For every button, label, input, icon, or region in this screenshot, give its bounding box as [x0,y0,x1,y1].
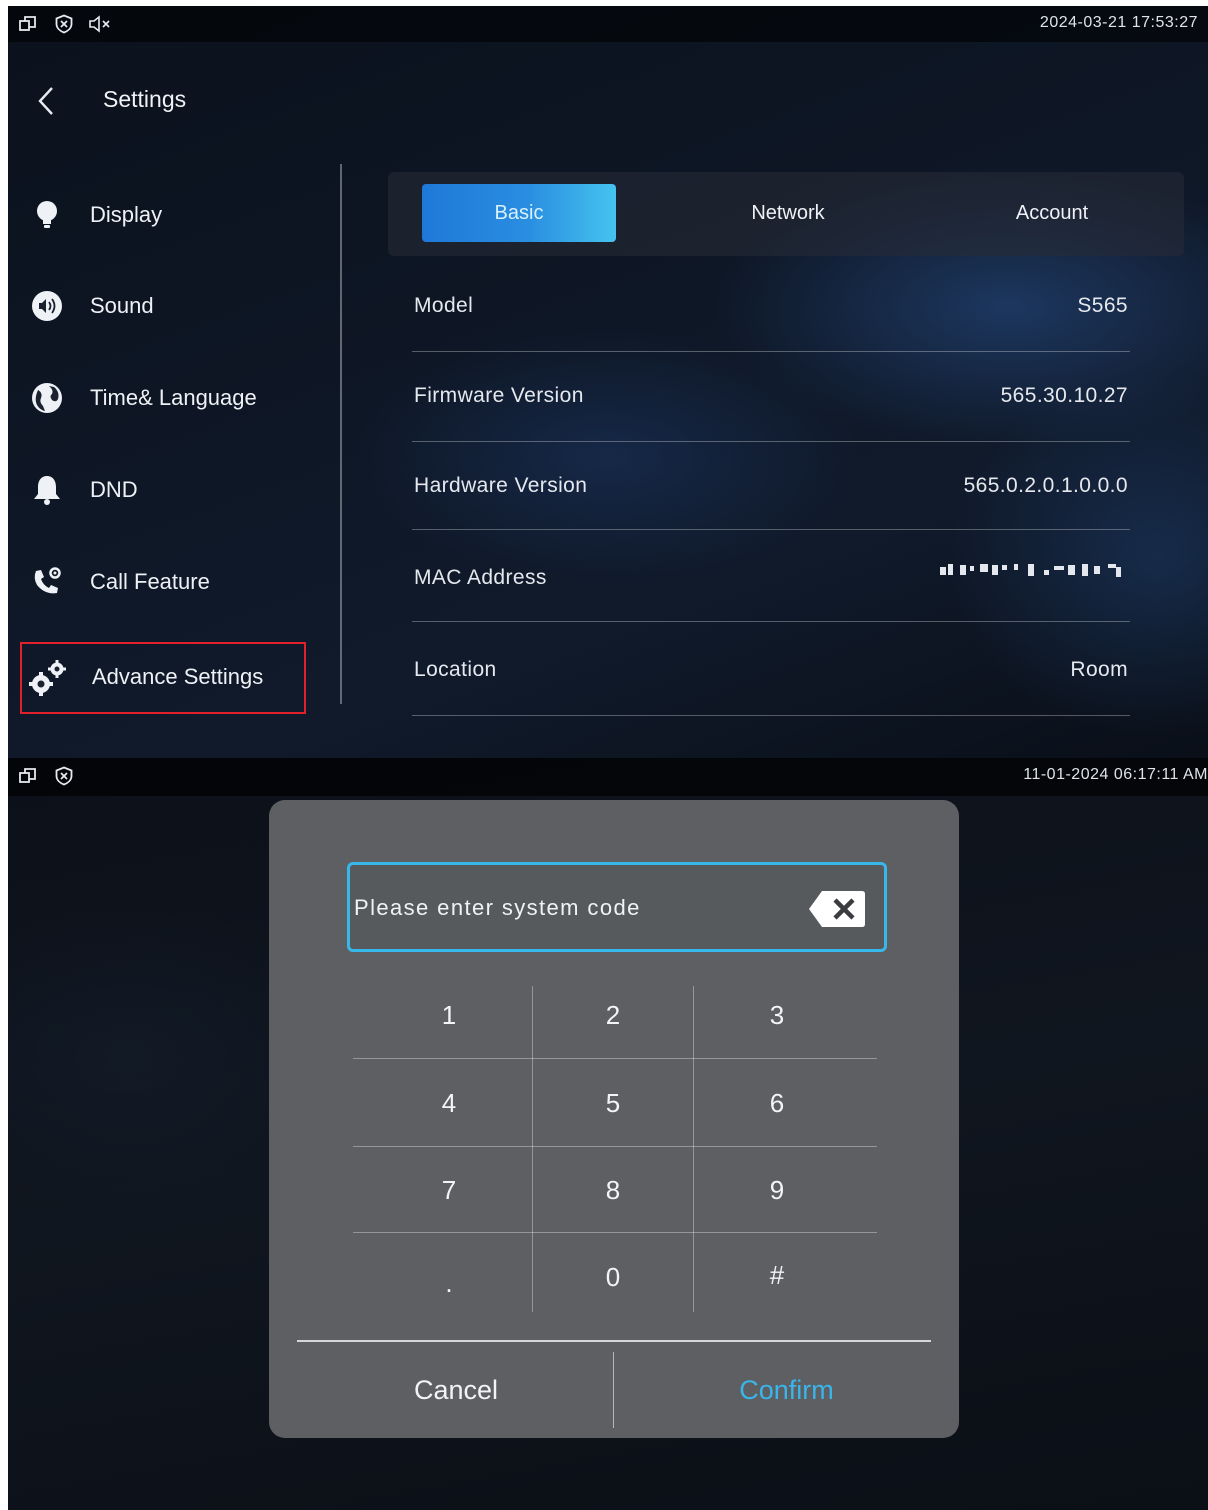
keypad-divider [353,1058,877,1059]
shield-icon [55,766,73,786]
info-value: S565 [1077,294,1128,317]
confirm-button[interactable]: Confirm [614,1348,959,1432]
keypad-divider [693,986,694,1312]
info-key: Firmware Version [414,384,584,407]
info-value: 565.0.2.0.1.0.0.0 [963,474,1128,497]
sidebar-item-label: Advance Settings [92,664,264,689]
status-bar: 2024-03-21 17:53:27 [8,6,1208,42]
key-9[interactable]: 9 [697,1147,857,1233]
sidebar-divider [340,164,342,704]
info-row-model: Model S565 [412,262,1130,352]
key-5[interactable]: 5 [533,1060,693,1146]
sidebar-item-display[interactable]: Display [22,180,312,250]
mac-address-redacted [940,564,1121,577]
tab-account[interactable]: Account [954,184,1150,242]
key-8[interactable]: 8 [533,1147,693,1233]
sidebar-item-sound[interactable]: Sound [22,271,312,341]
sidebar-item-label: Sound [90,293,154,318]
key-4[interactable]: 4 [369,1060,529,1146]
tab-network[interactable]: Network [690,184,886,242]
info-row-firmware: Firmware Version 565.30.10.27 [412,352,1130,442]
shield-icon [55,14,73,34]
sidebar-item-label: DND [90,477,138,502]
key-2[interactable]: 2 [533,972,693,1058]
globe-icon [32,383,62,413]
page-title: Settings [103,86,187,112]
sidebar-item-label: Display [90,202,163,227]
key-3[interactable]: 3 [697,972,857,1058]
backspace-icon[interactable] [808,889,866,929]
lightbulb-icon [37,201,57,228]
info-row-location: Location Room [412,622,1130,716]
phone-gear-icon [34,567,61,594]
info-key: MAC Address [414,566,547,589]
info-value: Room [1070,658,1128,681]
info-key: Model [414,294,474,317]
bell-icon [34,476,60,505]
info-row-mac: MAC Address [412,530,1130,622]
sidebar-item-call-feature[interactable]: Call Feature [22,547,312,617]
cancel-button[interactable]: Cancel [299,1348,613,1432]
window-icon [19,16,36,31]
key-6[interactable]: 6 [697,1060,857,1146]
info-value: 565.30.10.27 [1000,384,1128,407]
gears-icon [29,660,66,696]
sidebar-item-dnd[interactable]: DND [22,455,312,525]
key-1[interactable]: 1 [369,972,529,1058]
tab-basic[interactable]: Basic [422,184,616,242]
button-divider [297,1340,931,1342]
sidebar-item-label: Time& Language [90,385,257,410]
speaker-icon [32,291,62,321]
status-bar: 11-01-2024 06:17:11 AM [8,758,1208,796]
tab-bar: Basic Network Account [388,172,1184,256]
sidebar-item-advance-settings[interactable]: Advance Settings [20,642,306,714]
window-icon [19,768,36,783]
system-code-placeholder: Please enter system code [354,895,641,920]
sidebar-item-time-language[interactable]: Time& Language [22,363,312,433]
system-code-dialog: Please enter system code 1 2 3 4 5 6 7 8… [269,800,959,1438]
key-hash[interactable]: # [697,1232,857,1318]
status-datetime: 11-01-2024 06:17:11 AM [1023,766,1208,783]
info-key: Location [414,658,497,681]
system-code-input[interactable]: Please enter system code [347,862,887,952]
key-0[interactable]: 0 [533,1234,693,1320]
info-key: Hardware Version [414,474,588,497]
mute-icon [89,15,110,33]
key-dot[interactable]: . [369,1240,529,1326]
key-7[interactable]: 7 [369,1147,529,1233]
info-row-hardware: Hardware Version 565.0.2.0.1.0.0.0 [412,438,1130,530]
back-arrow-icon[interactable] [34,84,58,118]
sidebar-item-label: Call Feature [90,569,210,594]
settings-screen: 2024-03-21 17:53:27 Settings Display Sou… [8,6,1208,758]
status-datetime: 2024-03-21 17:53:27 [1039,14,1198,31]
system-code-screen: 11-01-2024 06:17:11 AM Please enter syst… [8,758,1208,1510]
